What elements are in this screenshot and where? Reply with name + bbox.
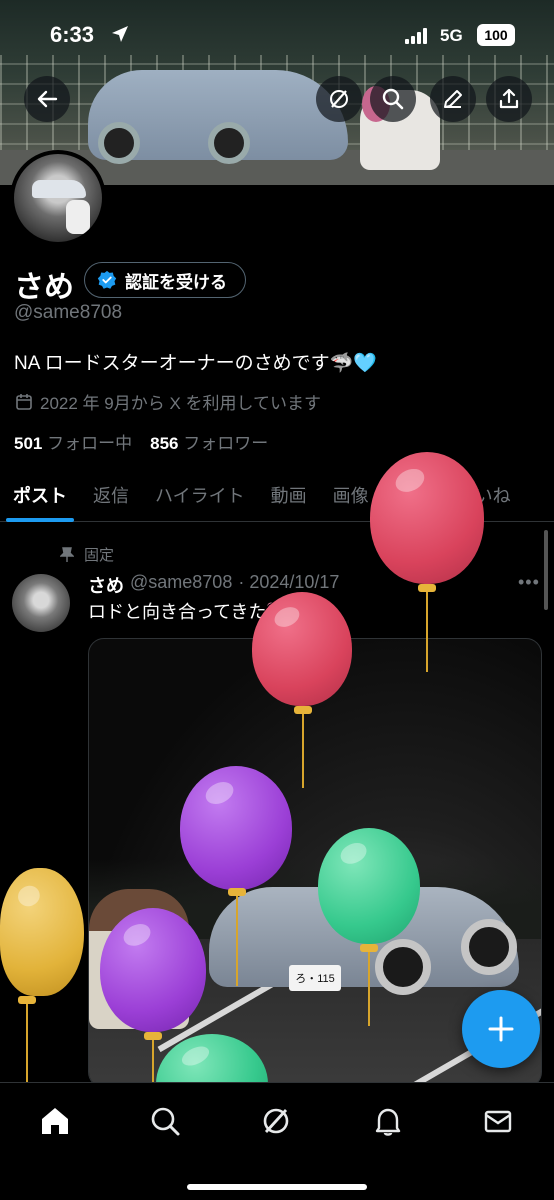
balloon-knot (144, 1032, 162, 1040)
share-icon (499, 88, 519, 109)
search-button[interactable] (370, 76, 416, 122)
edit-button[interactable] (430, 76, 476, 122)
avatar-car (32, 180, 86, 198)
banner-wheel (208, 122, 250, 164)
nav-notifications[interactable] (368, 1101, 408, 1141)
home-indicator (187, 1184, 367, 1190)
following-count: 501 (14, 434, 43, 453)
following-link[interactable]: 501 フォロー中 (14, 429, 132, 454)
balloon-string (426, 592, 428, 672)
tab-replies[interactable]: 返信 (80, 470, 142, 521)
follow-stats: 501 フォロー中 856 フォロワー (14, 429, 268, 454)
plus-icon (488, 1016, 514, 1042)
get-verified-button[interactable]: 認証を受ける (84, 262, 246, 298)
avatar-person (66, 200, 90, 234)
nav-home[interactable] (35, 1101, 75, 1141)
grok-button[interactable] (316, 76, 362, 122)
tab-highlights[interactable]: ハイライト (142, 470, 258, 521)
balloon-knot (294, 706, 312, 714)
search-icon (151, 1107, 180, 1136)
balloon-yellow (0, 868, 84, 996)
join-date: 2022 年 9月から X を利用しています (14, 389, 321, 414)
balloon-string (236, 896, 238, 986)
balloon-string (152, 1040, 154, 1084)
profile-avatar[interactable] (10, 150, 106, 246)
followers-label: フォロワー (183, 434, 269, 453)
post-author-handle[interactable]: @same8708 (130, 572, 232, 598)
banner-wheel (98, 122, 140, 164)
balloon-knot (360, 944, 378, 952)
nav-search[interactable] (145, 1101, 185, 1141)
status-bar: 6:33 5G 100 (0, 20, 554, 54)
profile-bio: NA ロードスターオーナーのさめです🦈🩵 (14, 353, 377, 374)
messages-icon (484, 1110, 512, 1133)
post-author-name[interactable]: さめ (88, 572, 124, 598)
status-time: 6:33 (50, 22, 95, 47)
balloon-purple (180, 766, 292, 890)
bottom-navigation (0, 1082, 554, 1200)
balloon-red (252, 592, 352, 706)
nav-grok[interactable] (256, 1101, 296, 1141)
tab-posts[interactable]: ポスト (0, 470, 80, 522)
search-icon (382, 88, 404, 110)
balloon-knot (18, 996, 36, 1004)
network-type: 5G (440, 26, 463, 45)
license-plate: ろ・115 (289, 965, 341, 991)
profile-name: さめ (14, 271, 74, 304)
compose-post-button[interactable] (462, 990, 540, 1068)
profile-handle: @same8708 (14, 302, 123, 323)
balloon-green (318, 828, 420, 944)
image-wheel (375, 939, 431, 995)
get-verified-label: 認証を受ける (125, 272, 227, 292)
edit-icon (444, 90, 462, 108)
pin-icon (60, 546, 74, 562)
balloon-purple (100, 908, 206, 1032)
home-icon (42, 1108, 68, 1134)
arrow-left-icon (37, 90, 58, 108)
calendar-icon (16, 393, 32, 410)
more-options-icon[interactable]: ••• (518, 572, 540, 593)
cellular-signal-icon (405, 28, 427, 44)
post-author-avatar[interactable] (12, 574, 70, 632)
pinned-indicator: 固定 (60, 544, 114, 565)
balloon-red-large (370, 452, 484, 584)
followers-link[interactable]: 856 フォロワー (150, 429, 268, 454)
balloon-string (26, 1004, 28, 1084)
location-arrow-icon (110, 24, 130, 49)
battery-icon: 100 (477, 24, 515, 46)
following-label: フォロー中 (47, 434, 133, 453)
nav-messages[interactable] (478, 1101, 518, 1141)
pinned-label: 固定 (84, 547, 115, 564)
followers-count: 856 (150, 434, 179, 453)
notifications-icon (375, 1108, 401, 1136)
grok-icon (330, 90, 348, 108)
balloon-string (302, 714, 304, 788)
scrollbar[interactable] (544, 530, 548, 610)
back-button[interactable] (24, 76, 70, 122)
join-date-text: 2022 年 9月から X を利用しています (40, 394, 321, 413)
tab-videos[interactable]: 動画 (258, 470, 320, 521)
grok-icon (263, 1108, 289, 1134)
verified-badge-icon (97, 270, 117, 289)
balloon-knot (228, 888, 246, 896)
image-wheel (461, 919, 517, 975)
balloon-string (368, 952, 370, 1026)
share-button[interactable] (486, 76, 532, 122)
balloon-knot (418, 584, 436, 592)
